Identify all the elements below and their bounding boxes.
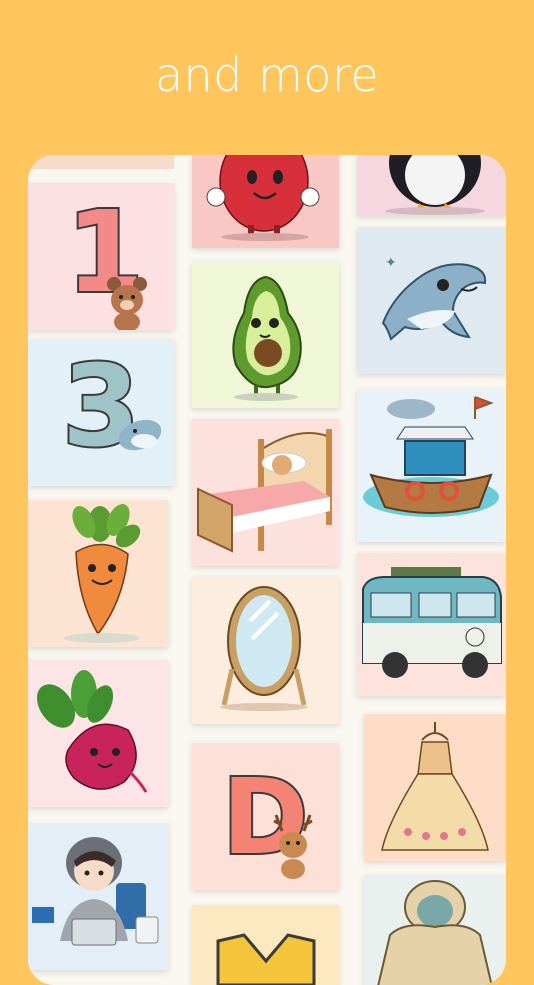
tile-dolphin[interactable]: ✦ bbox=[357, 227, 506, 374]
tile-mirror[interactable] bbox=[192, 577, 339, 724]
page-title: and more bbox=[154, 48, 380, 102]
image-gallery[interactable]: 1 3 D ✦ bbox=[28, 155, 506, 985]
dress-icon bbox=[381, 722, 489, 851]
boat-icon bbox=[363, 396, 499, 517]
penguin-icon bbox=[385, 155, 485, 215]
tile-number-one[interactable]: 1 bbox=[28, 183, 174, 330]
tile-carrot[interactable] bbox=[28, 500, 168, 647]
carrot-icon bbox=[64, 504, 141, 643]
tile-hoodie[interactable] bbox=[364, 875, 506, 985]
tile-avocado[interactable] bbox=[192, 261, 339, 408]
tile-penguin[interactable] bbox=[357, 155, 506, 216]
tile-person-laptop[interactable] bbox=[28, 823, 168, 970]
letter-shape bbox=[216, 933, 316, 985]
tile-bed[interactable] bbox=[192, 419, 339, 566]
svg-text:✦: ✦ bbox=[385, 255, 397, 271]
tile-apple[interactable] bbox=[192, 155, 339, 248]
dolphin-icon: ✦ bbox=[381, 255, 487, 341]
tile-boat[interactable] bbox=[357, 389, 506, 542]
bear-icon bbox=[107, 277, 147, 330]
mirror-icon bbox=[220, 586, 308, 711]
deer-icon bbox=[273, 814, 313, 879]
hoodie-icon bbox=[377, 880, 493, 985]
bed-icon bbox=[197, 429, 332, 553]
tile-number-three[interactable]: 3 bbox=[28, 339, 174, 486]
apple-icon bbox=[206, 155, 320, 241]
van-icon bbox=[362, 567, 502, 678]
tile-beet[interactable] bbox=[28, 660, 168, 807]
tile-camper-van[interactable] bbox=[357, 553, 506, 696]
beet-icon bbox=[36, 670, 148, 793]
small-dolphin-icon bbox=[118, 419, 162, 451]
tile-letter-partial[interactable] bbox=[192, 905, 339, 985]
tile-dress[interactable] bbox=[364, 714, 506, 861]
partial-tile-top bbox=[28, 155, 174, 169]
person-icon bbox=[32, 837, 159, 946]
avocado-icon bbox=[232, 275, 302, 401]
tile-letter-d[interactable]: D bbox=[192, 743, 339, 890]
